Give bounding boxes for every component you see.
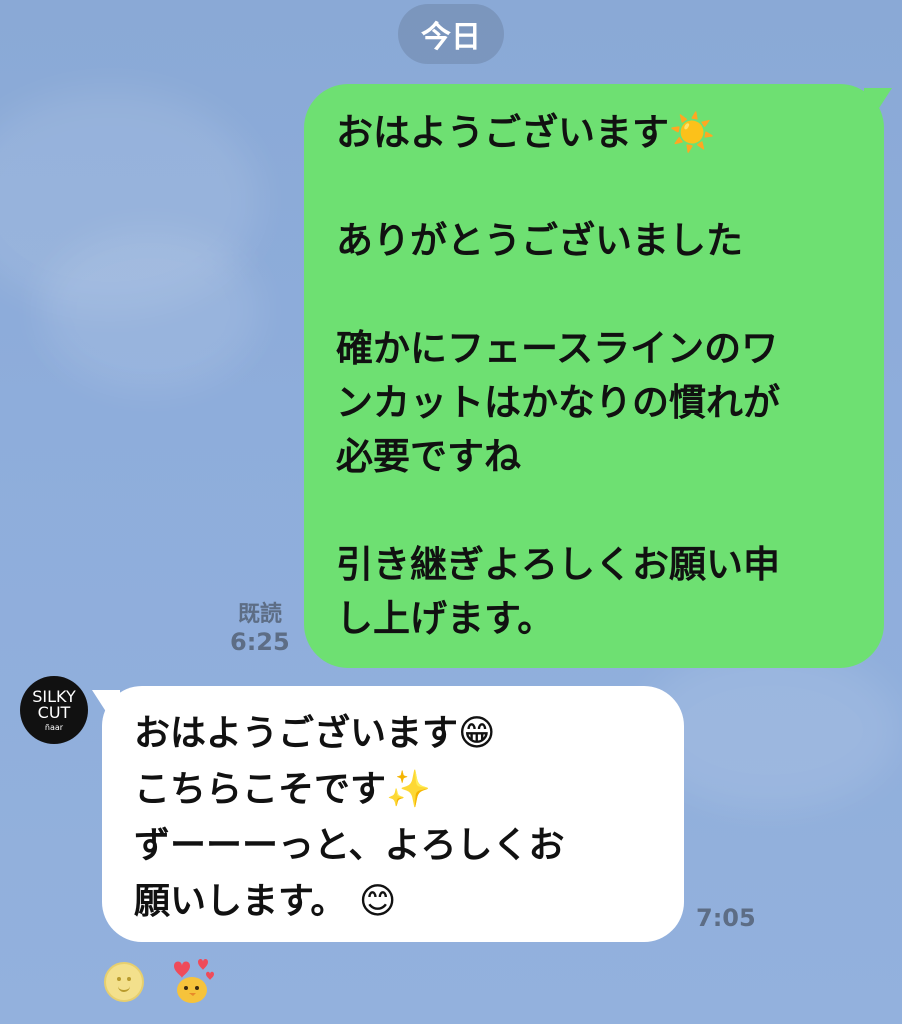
incoming-message-time: 7:05 <box>696 904 756 932</box>
avatar-logo-text: ñaar <box>44 722 64 732</box>
heart-chick-sticker-icon[interactable] <box>166 954 222 1010</box>
smiley-eye <box>127 977 131 981</box>
avatar-logo-text: CUT <box>37 702 71 722</box>
bubble-tail <box>92 690 120 716</box>
date-divider: 今日 <box>398 4 504 64</box>
outgoing-message-text: おはようございます☀️ ありがとうございました 確かにフェースラインのワ ンカッ… <box>336 111 780 640</box>
background-cloud <box>40 230 260 390</box>
smiley-mouth <box>118 982 130 992</box>
bubble-tail <box>864 88 892 114</box>
outgoing-message-time: 6:25 <box>230 628 290 656</box>
incoming-message-text: おはようございます😁 こちらこそです✨ ずーーーっと、よろしくお 願いします。 … <box>134 713 565 922</box>
outgoing-message-bubble[interactable]: おはようございます☀️ ありがとうございました 確かにフェースラインのワ ンカッ… <box>304 84 892 668</box>
read-receipt: 既読 <box>238 602 283 627</box>
smiley-reaction-icon[interactable] <box>104 962 144 1002</box>
avatar[interactable]: SILKY CUT ñaar <box>20 676 88 744</box>
incoming-message-bubble[interactable]: おはようございます😁 こちらこそです✨ ずーーーっと、よろしくお 願いします。 … <box>92 686 684 942</box>
smiley-eye <box>117 977 121 981</box>
